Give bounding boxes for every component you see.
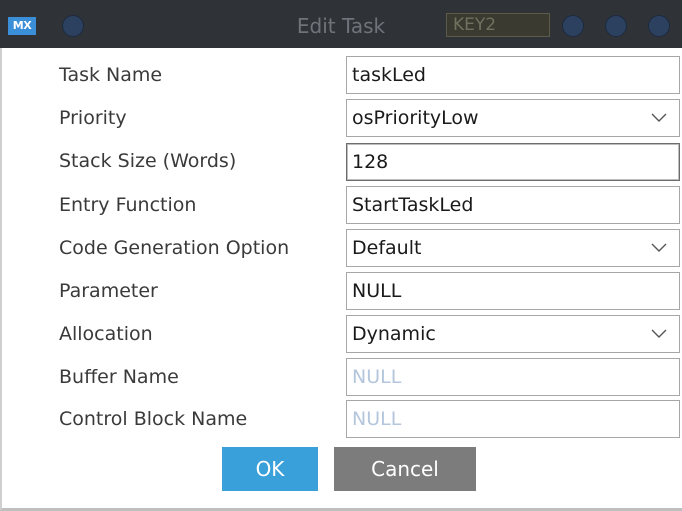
stack-size-input[interactable]: 128 — [346, 143, 680, 181]
entry-function-input[interactable]: StartTaskLed — [346, 186, 680, 224]
window-circle-button[interactable] — [605, 15, 627, 37]
window-circle-button[interactable] — [648, 15, 670, 37]
task-name-value: taskLed — [352, 64, 426, 86]
priority-value: osPriorityLow — [352, 107, 479, 129]
task-name-label: Task Name — [59, 64, 163, 86]
stack-size-value: 128 — [352, 151, 389, 173]
allocation-select[interactable]: Dynamic — [346, 315, 680, 353]
window-circle-button[interactable] — [562, 15, 584, 37]
parameter-input[interactable]: NULL — [346, 272, 680, 310]
priority-label: Priority — [59, 107, 127, 129]
code-generation-select[interactable]: Default — [346, 229, 680, 267]
control-block-name-placeholder: NULL — [352, 408, 402, 430]
buffer-name-input[interactable]: NULL — [346, 358, 680, 396]
entry-function-value: StartTaskLed — [352, 194, 474, 216]
priority-select[interactable]: osPriorityLow — [346, 99, 680, 137]
cancel-button[interactable]: Cancel — [334, 447, 476, 491]
chevron-down-icon — [651, 243, 667, 252]
task-name-input[interactable]: taskLed — [346, 56, 680, 94]
chevron-down-icon — [651, 113, 667, 122]
background-window-label: KEY2 — [446, 13, 550, 37]
code-generation-value: Default — [352, 237, 422, 259]
code-generation-label: Code Generation Option — [59, 237, 290, 259]
parameter-value: NULL — [352, 280, 402, 302]
ok-button[interactable]: OK — [222, 447, 318, 491]
entry-function-label: Entry Function — [59, 194, 197, 216]
control-block-name-input[interactable]: NULL — [346, 400, 680, 438]
buffer-name-label: Buffer Name — [59, 366, 179, 388]
control-block-name-label: Control Block Name — [59, 408, 248, 430]
allocation-label: Allocation — [59, 323, 153, 345]
stack-size-label: Stack Size (Words) — [59, 150, 237, 172]
chevron-down-icon — [651, 329, 667, 338]
title-bar: MX Edit Task KEY2 — [0, 0, 682, 48]
allocation-value: Dynamic — [352, 323, 436, 345]
buffer-name-placeholder: NULL — [352, 366, 402, 388]
parameter-label: Parameter — [59, 280, 158, 302]
